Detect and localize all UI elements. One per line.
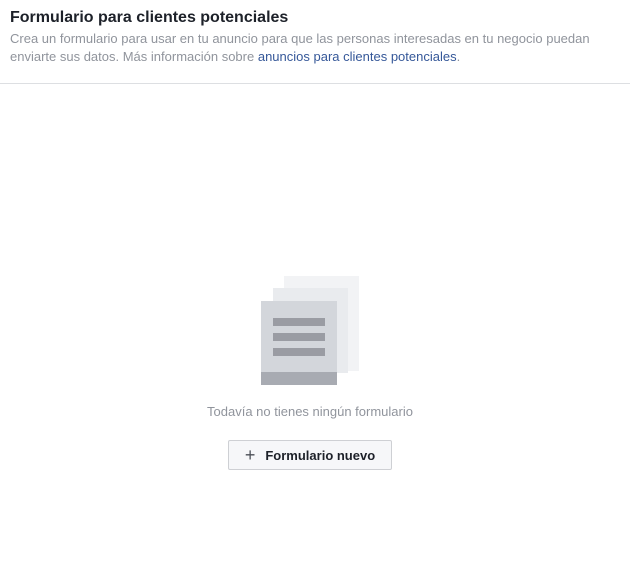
description-end: .: [456, 49, 461, 64]
lead-forms-page: Formulario para clientes potenciales Cre…: [0, 0, 630, 578]
page-description: Crea un formulario para usar en tu anunc…: [10, 30, 610, 66]
plus-icon: +: [244, 445, 256, 465]
new-form-button-label: Formulario nuevo: [265, 447, 376, 463]
page-header: Formulario para clientes potenciales Cre…: [0, 0, 630, 84]
empty-state-message: Todavía no tienes ningún formulario: [207, 404, 413, 419]
lead-ads-link[interactable]: anuncios para clientes potenciales: [258, 49, 457, 64]
page-title: Formulario para clientes potenciales: [10, 9, 289, 26]
document-stack-icon: [261, 276, 361, 386]
new-form-button[interactable]: + Formulario nuevo: [228, 440, 392, 470]
